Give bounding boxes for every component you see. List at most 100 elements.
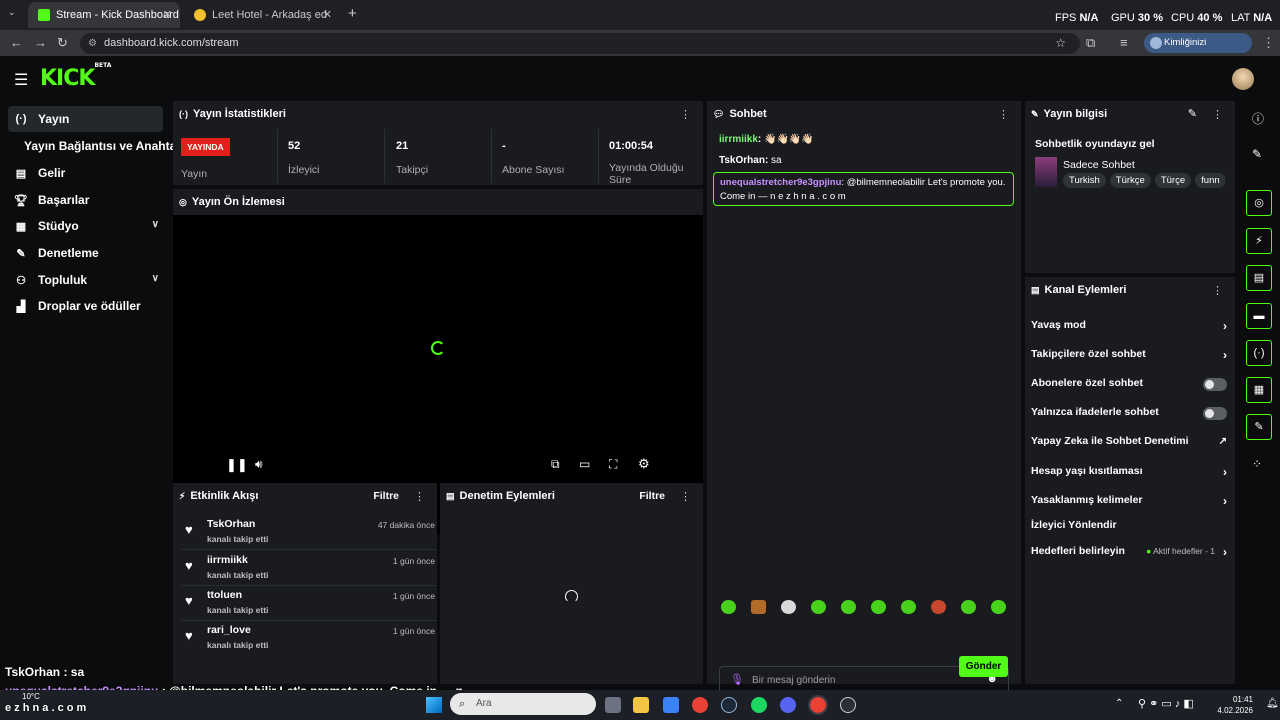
theater-icon[interactable]: ▭: [579, 457, 590, 471]
fullscreen-icon[interactable]: ⛶: [609, 457, 617, 472]
chevron-down-icon[interactable]: ∨: [152, 273, 159, 284]
microphone-icon[interactable]: 🎙︎: [730, 673, 744, 686]
discord-icon[interactable]: [780, 697, 796, 713]
more-icon[interactable]: ⋮: [998, 108, 1009, 121]
taskbar-search[interactable]: ⌕ Ara: [450, 693, 596, 715]
emote-icon[interactable]: [781, 600, 796, 614]
back-icon[interactable]: ←: [10, 35, 23, 50]
media-icon[interactable]: ≡: [1120, 35, 1128, 50]
action-banned-words[interactable]: Yasaklanmış kelimeler ›: [1031, 494, 1227, 512]
close-icon[interactable]: ✕: [163, 8, 172, 21]
forward-icon[interactable]: →: [34, 35, 47, 50]
sidebar-item-stream-key[interactable]: Yayın Bağlantısı ve Anahtarı: [8, 133, 184, 159]
more-icon[interactable]: ⋮: [1212, 284, 1223, 297]
sidebar-item-gelir[interactable]: ▤ Gelir: [8, 160, 163, 186]
chat-username[interactable]: iirrmiikk: [719, 134, 758, 145]
sidebar-item-yayin[interactable]: (·) Yayın: [8, 106, 163, 132]
sidebar-item-droplar[interactable]: ▟ Droplar ve ödüller: [8, 293, 163, 319]
tab-leet-hotel[interactable]: Leet Hotel - Arkadaş edin, eğle ✕: [184, 2, 340, 28]
spotify-icon[interactable]: [751, 697, 767, 713]
emote-icon[interactable]: [961, 600, 976, 614]
action-slow-mode[interactable]: Yavaş mod ›: [1031, 319, 1227, 337]
settings-gear-icon[interactable]: ⚙: [638, 456, 650, 472]
url-field[interactable]: ⚙ dashboard.kick.com/stream ☆: [80, 33, 1080, 54]
more-icon[interactable]: ⋮: [680, 108, 691, 121]
info-icon[interactable]: ⓘ: [1252, 110, 1264, 127]
chevron-down-icon[interactable]: ∨: [152, 219, 159, 230]
emote-icon[interactable]: [871, 600, 886, 614]
event-user[interactable]: iirrmiikk: [207, 554, 248, 566]
send-button[interactable]: Gönder: [959, 656, 1008, 677]
tag[interactable]: Türkçe: [1109, 173, 1151, 188]
close-icon[interactable]: ✕: [323, 8, 332, 21]
emote-icon[interactable]: [811, 600, 826, 614]
action-followers-only[interactable]: Takipçilere özel sohbet ›: [1031, 348, 1227, 366]
verify-identity-button[interactable]: Kimliğinizi doğrulayın: [1144, 33, 1252, 68]
app-icon[interactable]: [840, 697, 856, 713]
edit-pencil-icon[interactable]: ✎: [1188, 107, 1197, 120]
edit-pencil-icon[interactable]: ✎: [1252, 147, 1262, 161]
tag[interactable]: Türçe: [1154, 173, 1192, 188]
site-info-icon[interactable]: ⚙: [88, 33, 97, 54]
mod-actions-toggle-button[interactable]: ▤: [1246, 265, 1272, 291]
preview-toggle-button[interactable]: ◎: [1246, 190, 1272, 216]
new-tab-button[interactable]: +: [348, 5, 357, 22]
task-view-icon[interactable]: [605, 697, 621, 713]
subs-only-toggle[interactable]: [1203, 378, 1227, 391]
tray-icons[interactable]: ⚲ ⚭ ▭ ♪ ◧: [1138, 697, 1194, 710]
sidebar-item-basarilar[interactable]: 🏆︎ Başarılar: [8, 187, 163, 213]
weather-widget[interactable]: 10°C: [22, 692, 40, 701]
clock[interactable]: 01:41 4.02.2026: [1215, 694, 1253, 716]
chrome-active-icon[interactable]: [808, 695, 828, 715]
tab-kick-dashboard[interactable]: Stream - Kick Dashboard ✕: [28, 2, 180, 28]
pip-icon[interactable]: ⧉: [551, 457, 560, 472]
more-icon[interactable]: ⋮: [680, 490, 691, 503]
store-icon[interactable]: [663, 697, 679, 713]
sidebar-item-studyo[interactable]: ▦ Stüdyo ∨: [8, 213, 163, 239]
chat-username[interactable]: unequalstretcher9e3gpjinu: [720, 177, 841, 188]
channel-actions-toggle-button[interactable]: ✎: [1246, 414, 1272, 440]
tab-search-icon[interactable]: ⌄: [8, 7, 16, 18]
emote-icon[interactable]: [721, 600, 736, 614]
emote-icon[interactable]: [991, 600, 1006, 614]
event-user[interactable]: ttoluen: [207, 589, 242, 601]
events-toggle-button[interactable]: ⚡︎: [1246, 228, 1272, 254]
steam-icon[interactable]: [721, 697, 737, 713]
tray-chevron-icon[interactable]: ⌃: [1115, 698, 1123, 709]
event-user[interactable]: rari_love: [207, 624, 251, 636]
event-user[interactable]: TskOrhan: [207, 518, 255, 530]
emote-icon[interactable]: [931, 600, 946, 614]
sidebar-item-topluluk[interactable]: ⚇ Topluluk ∨: [8, 267, 163, 293]
sidebar-item-denetleme[interactable]: ✎ Denetleme: [8, 240, 163, 266]
emote-icon[interactable]: [751, 600, 766, 614]
more-icon[interactable]: ⋮: [414, 490, 425, 503]
kick-logo[interactable]: KICKBETA: [40, 62, 111, 91]
chrome-icon[interactable]: [692, 697, 708, 713]
more-icon[interactable]: ⋮: [1212, 108, 1223, 121]
chat-toggle-button[interactable]: ▬: [1246, 303, 1272, 329]
avatar[interactable]: [1232, 68, 1254, 90]
extensions-icon[interactable]: ⧉: [1086, 35, 1095, 51]
pause-icon[interactable]: ❚❚: [226, 457, 248, 473]
file-explorer-icon[interactable]: [633, 697, 649, 713]
action-set-goals[interactable]: Hedefleri belirleyin ● Aktif hedefler - 1…: [1031, 545, 1227, 563]
action-ai-moderation[interactable]: Yapay Zeka ile Sohbet Denetimi ↗: [1031, 435, 1227, 453]
browser-menu-icon[interactable]: ⋮: [1262, 35, 1275, 51]
notifications-icon[interactable]: 🔔︎: [1266, 698, 1279, 709]
tag[interactable]: Turkish: [1063, 173, 1106, 188]
menu-icon[interactable]: ☰: [14, 70, 28, 90]
windows-start-icon[interactable]: [426, 697, 442, 713]
chat-username[interactable]: TskOrhan: [719, 155, 765, 166]
stats-toggle-button[interactable]: (·): [1246, 340, 1272, 366]
tag[interactable]: funn: [1195, 173, 1225, 188]
emote-icon[interactable]: [841, 600, 856, 614]
reload-icon[interactable]: ↻: [57, 35, 68, 51]
bookmark-star-icon[interactable]: ☆: [1055, 33, 1066, 54]
action-viewer-redirect[interactable]: İzleyici Yönlendir: [1031, 519, 1227, 537]
category-name[interactable]: Sadece Sohbet: [1063, 159, 1135, 171]
volume-icon[interactable]: 🔊︎: [255, 457, 263, 472]
filter-button[interactable]: Filtre: [373, 490, 399, 502]
action-account-age[interactable]: Hesap yaşı kısıtlaması ›: [1031, 465, 1227, 483]
filter-button[interactable]: Filtre: [639, 490, 665, 502]
info-toggle-button[interactable]: ▦: [1246, 377, 1272, 403]
